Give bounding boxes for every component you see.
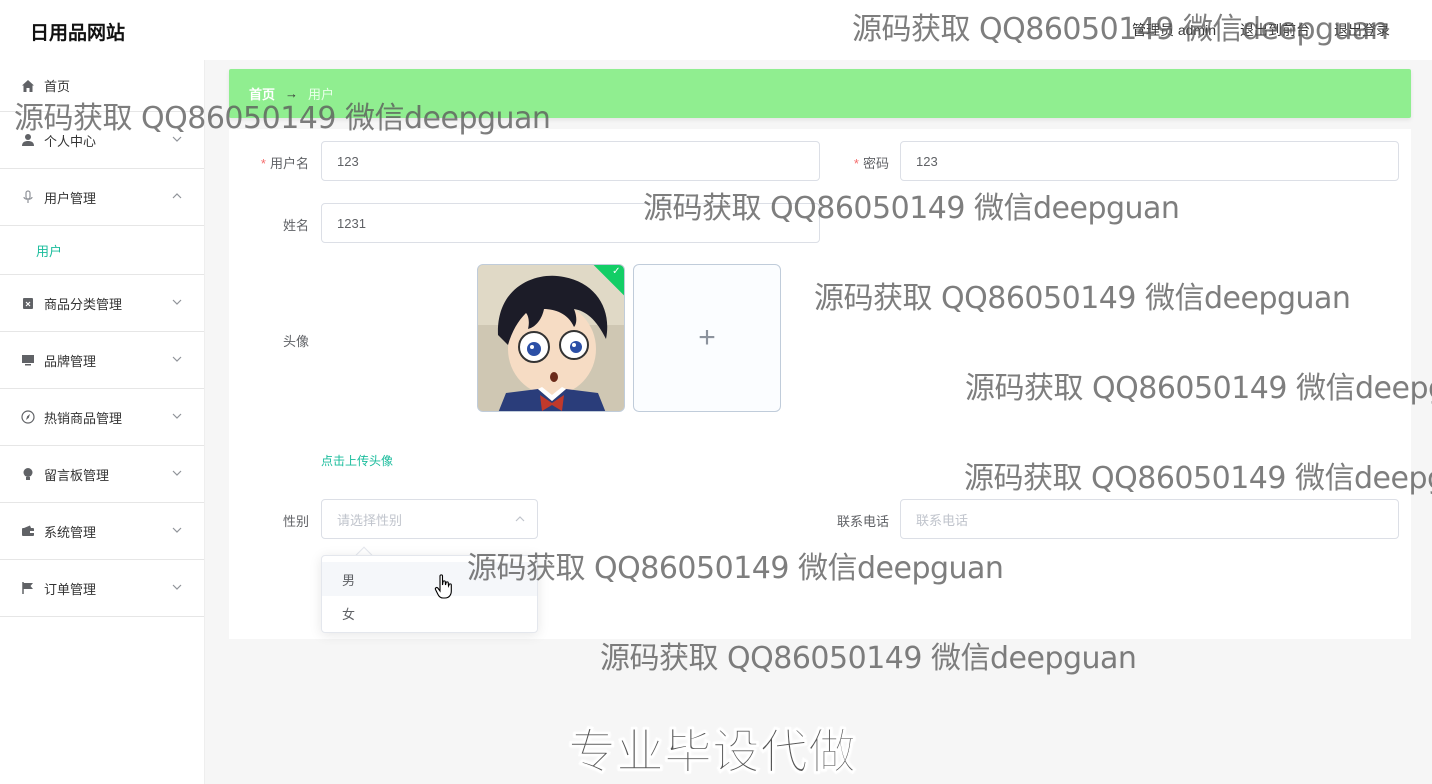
user-form: * 用户名 123 * 密码 123 姓名 1231 头像 ✓ + 点击上传头像… xyxy=(229,129,1411,639)
sidebar-item-label: 用户管理 xyxy=(44,190,97,206)
chevron-down-icon xyxy=(172,470,182,476)
sidebar-item-label: 商品分类管理 xyxy=(44,296,123,312)
gender-label: 性别 xyxy=(282,514,309,529)
gender-option-male[interactable]: 男 xyxy=(322,562,537,596)
sidebar-item-label: 首页 xyxy=(44,79,71,94)
breadcrumb-separator: → xyxy=(285,86,299,101)
sidebar-item-message-board[interactable]: 留言板管理 xyxy=(0,446,204,503)
chevron-down-icon xyxy=(172,299,182,305)
sidebar-subitem-user[interactable]: 用户 xyxy=(0,226,204,275)
gender-select-placeholder: 请选择性别 xyxy=(337,512,403,528)
sidebar-item-order-management[interactable]: 订单管理 xyxy=(0,560,204,617)
home-icon xyxy=(20,78,36,94)
phone-input[interactable]: 联系电话 xyxy=(900,499,1399,539)
name-label: 姓名 xyxy=(282,218,309,233)
plus-icon: + xyxy=(698,321,716,354)
sidebar-item-system-management[interactable]: 系统管理 xyxy=(0,503,204,560)
chevron-down-icon xyxy=(172,413,182,419)
chevron-up-icon xyxy=(515,516,525,522)
phone-label: 联系电话 xyxy=(836,514,889,529)
avatar-image[interactable]: ✓ xyxy=(477,264,625,412)
clipboard-icon xyxy=(20,295,36,311)
user-icon xyxy=(20,132,36,148)
username-input[interactable]: 123 xyxy=(321,141,820,181)
sidebar-item-label: 留言板管理 xyxy=(44,467,110,483)
main-content: 首页 → 用户 * 用户名 123 * 密码 123 姓名 1231 头像 ✓ … xyxy=(205,60,1432,784)
chevron-down-icon xyxy=(172,527,182,533)
sidebar-item-user-management[interactable]: 用户管理 xyxy=(0,169,204,226)
check-icon: ✓ xyxy=(612,265,621,277)
back-to-front-link[interactable]: 退出到前台 xyxy=(1240,20,1310,40)
username-label: * 用户名 xyxy=(260,156,309,171)
password-label: * 密码 xyxy=(853,156,889,171)
logout-link[interactable]: 退出登录 xyxy=(1334,20,1390,40)
gender-dropdown: 男 女 xyxy=(321,555,538,633)
compass-icon xyxy=(20,409,36,425)
avatar-upload-button[interactable]: + xyxy=(633,264,781,412)
required-mark: * xyxy=(853,156,859,171)
top-bar: 日用品网站 管理员 admin 退出到前台 退出登录 xyxy=(0,0,1432,60)
name-input[interactable]: 1231 xyxy=(321,203,820,243)
microphone-icon xyxy=(20,189,36,205)
wallet-icon xyxy=(20,523,36,539)
sidebar-item-home[interactable]: 首页 xyxy=(0,60,204,112)
admin-user-label: 管理员 admin xyxy=(1131,22,1216,38)
sidebar-item-brand-management[interactable]: 品牌管理 xyxy=(0,332,204,389)
flag-icon xyxy=(20,580,36,596)
promo-banner-text: 专业毕设代做 xyxy=(567,724,857,781)
site-title: 日用品网站 xyxy=(30,23,126,44)
monitor-icon xyxy=(20,352,36,368)
upload-tip: 点击上传头像 xyxy=(321,454,394,468)
sidebar-item-label: 系统管理 xyxy=(44,524,97,540)
chevron-down-icon xyxy=(172,584,182,590)
sidebar-item-label: 个人中心 xyxy=(44,133,97,149)
breadcrumb-home-link[interactable]: 首页 xyxy=(249,84,275,103)
header-actions: 管理员 admin 退出到前台 退出登录 xyxy=(1132,20,1390,40)
sidebar: 首页 个人中心 用户管理 用户 商品分类管理 品牌管理 热销商品管理 留言板管理… xyxy=(0,60,205,784)
sidebar-item-label: 热销商品管理 xyxy=(44,410,123,426)
gender-option-female[interactable]: 女 xyxy=(322,596,537,630)
lightbulb-icon xyxy=(20,466,36,482)
sidebar-item-profile[interactable]: 个人中心 xyxy=(0,112,204,169)
sidebar-item-hot-products[interactable]: 热销商品管理 xyxy=(0,389,204,446)
sidebar-item-label: 品牌管理 xyxy=(44,353,97,369)
breadcrumb-current: 用户 xyxy=(308,87,335,102)
avatar-portrait xyxy=(478,265,624,411)
chevron-down-icon xyxy=(172,136,182,142)
required-mark: * xyxy=(260,156,266,171)
password-input[interactable]: 123 xyxy=(900,141,1399,181)
chevron-down-icon xyxy=(172,356,182,362)
chevron-up-icon xyxy=(172,193,182,199)
sidebar-item-label: 订单管理 xyxy=(44,581,97,597)
breadcrumb: 首页 → 用户 xyxy=(229,69,1411,118)
avatar-label: 头像 xyxy=(282,334,309,349)
sidebar-item-category-management[interactable]: 商品分类管理 xyxy=(0,275,204,332)
gender-select[interactable]: 请选择性别 xyxy=(321,499,538,539)
